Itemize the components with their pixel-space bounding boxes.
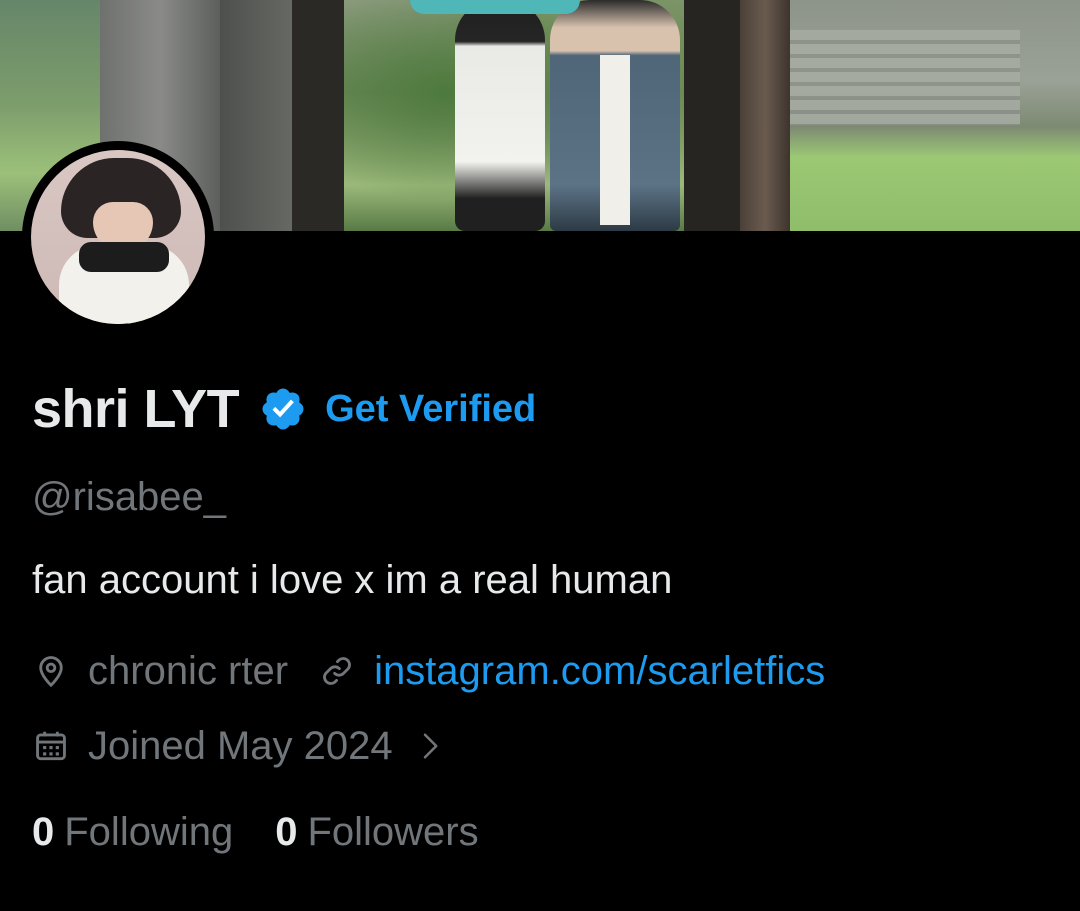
following-label: Following bbox=[64, 810, 234, 854]
profile-meta-row: chronic rter instagram.com/scarletfics bbox=[32, 646, 825, 696]
banner-window-frame bbox=[684, 0, 740, 231]
banner-steps bbox=[790, 30, 1020, 125]
profile-website-link[interactable]: instagram.com/scarletfics bbox=[374, 649, 825, 694]
followers-label: Followers bbox=[307, 810, 479, 854]
profile-location: chronic rter bbox=[88, 648, 289, 693]
user-handle: @risabee_ bbox=[32, 475, 227, 519]
display-name: shri LYT bbox=[32, 379, 240, 439]
followers-count: 0 bbox=[275, 810, 298, 854]
profile-joined-row[interactable]: Joined May 2024 bbox=[32, 721, 445, 771]
banner-person bbox=[455, 0, 545, 231]
avatar-photo bbox=[31, 150, 205, 324]
followers-stat[interactable]: 0 Followers bbox=[275, 810, 478, 855]
following-count: 0 bbox=[32, 810, 55, 854]
profile-bio: fan account i love x im a real human bbox=[32, 558, 673, 602]
following-stat[interactable]: 0 Following bbox=[32, 810, 233, 855]
get-verified-link[interactable]: Get Verified bbox=[325, 388, 536, 431]
chevron-right-icon[interactable] bbox=[415, 731, 445, 761]
link-icon bbox=[323, 657, 351, 685]
name-row: shri LYT Get Verified bbox=[32, 378, 536, 440]
banner-umbrella bbox=[410, 0, 580, 14]
verified-badge-icon[interactable] bbox=[259, 385, 307, 433]
banner-shirt bbox=[600, 55, 630, 225]
banner-pillar-shadow bbox=[220, 0, 292, 231]
profile-avatar[interactable] bbox=[22, 141, 214, 333]
follow-stats: 0 Following 0 Followers bbox=[32, 810, 479, 855]
calendar-icon bbox=[36, 731, 66, 761]
banner-window-frame bbox=[292, 0, 344, 231]
avatar-garment bbox=[79, 242, 169, 272]
profile-joined-date: Joined May 2024 bbox=[88, 723, 393, 768]
banner-tree-trunk bbox=[740, 0, 790, 231]
location-pin-icon bbox=[39, 656, 63, 688]
